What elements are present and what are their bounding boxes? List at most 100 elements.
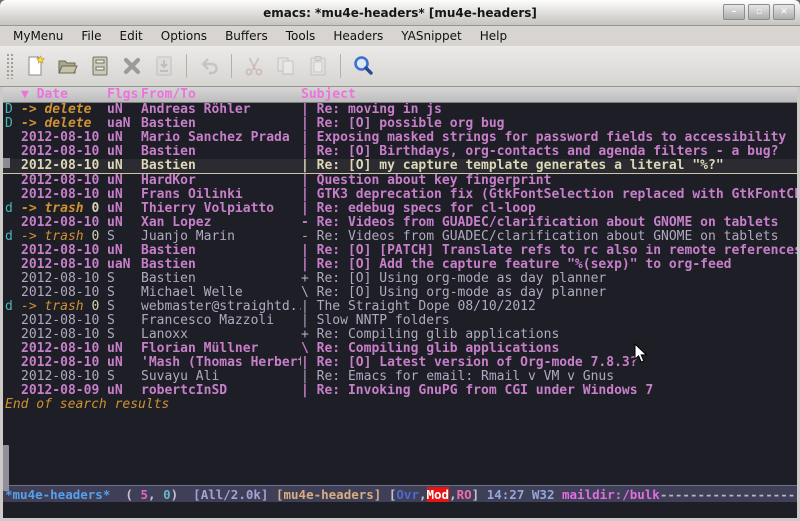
message-flags: uN — [107, 145, 141, 159]
menu-tools[interactable]: Tools — [277, 27, 325, 45]
toolbar-grip-handle[interactable] — [6, 53, 14, 79]
message-subject: | Re: [O] Birthdays, org-contacts and ag… — [301, 145, 797, 159]
column-flags: Flgs — [107, 87, 141, 102]
end-of-results: End of search results — [3, 398, 797, 412]
message-subject: \ Re: Compiling glib applications — [301, 342, 797, 356]
message-mark — [5, 356, 21, 370]
close-button[interactable]: ✕ — [773, 4, 795, 20]
message-subject: | The Straight Dope 08/10/2012 — [301, 300, 797, 314]
message-mark — [5, 216, 21, 230]
message-row[interactable]: d-> trash 0SJuanjo Marín- Re: Videos fro… — [3, 230, 797, 244]
message-row[interactable]: 2012-08-10uNBastien| Re: [O] my capture … — [3, 159, 797, 174]
close-buffer-button[interactable] — [116, 50, 148, 82]
message-mark — [5, 244, 21, 258]
message-subject: | Re: edebug specs for cl-loop — [301, 202, 797, 216]
menu-edit[interactable]: Edit — [111, 27, 152, 45]
message-subject: - Re: Videos from GUADEC/clarification a… — [301, 216, 797, 230]
message-row[interactable]: D-> deleteuNAndreas Röhler| Re: moving i… — [3, 103, 797, 117]
message-mark — [5, 174, 21, 188]
menu-mymenu[interactable]: MyMenu — [4, 27, 72, 45]
cut-button — [238, 50, 270, 82]
message-row[interactable]: 2012-08-09uNrobertcInSD| Re: Invoking Gn… — [3, 384, 797, 398]
message-subject: | Re: Emacs for email: Rmail v VM v Gnus — [301, 370, 797, 384]
save-as-button — [148, 50, 180, 82]
scrollbar-thumb[interactable] — [3, 445, 9, 491]
message-flags: uN — [107, 342, 141, 356]
message-row[interactable]: 2012-08-10SBastien+ Re: [O] Using org-mo… — [3, 272, 797, 286]
minibuffer[interactable] — [3, 502, 797, 518]
message-row[interactable]: 2012-08-10uN'Mash (Thomas Herbert)| Re: … — [3, 356, 797, 370]
message-flags: S — [107, 370, 141, 384]
menubar: MyMenuFileEditOptionsBuffersToolsHeaders… — [0, 26, 800, 46]
menu-help[interactable]: Help — [471, 27, 516, 45]
message-from: Bastien — [141, 258, 301, 272]
message-date: -> trash 0 — [21, 230, 107, 244]
message-row[interactable]: d-> trash 0Swebmaster@straightd...| The … — [3, 300, 797, 314]
message-row[interactable]: 2012-08-10SMichael Welle\ Re: [O] Using … — [3, 286, 797, 300]
message-date: 2012-08-10 — [21, 314, 107, 328]
menu-buffers[interactable]: Buffers — [216, 27, 277, 45]
menu-options[interactable]: Options — [152, 27, 216, 45]
message-row[interactable]: 2012-08-10uNBastien| Re: [O] [PATCH] Tra… — [3, 244, 797, 258]
message-row[interactable]: 2012-08-10uaNBastien| Re: [O] Add the ca… — [3, 258, 797, 272]
message-mark-action: -> trash — [21, 202, 84, 216]
menu-yasnippet[interactable]: YASnippet — [392, 27, 471, 45]
maximize-button[interactable]: ▫ — [748, 4, 770, 20]
modeline-segment: *mu4e-headers* — [5, 487, 110, 502]
open-folder-button[interactable] — [52, 50, 84, 82]
message-flags: S — [107, 314, 141, 328]
message-row[interactable]: 2012-08-10uNHardKor| Question about key … — [3, 174, 797, 188]
message-row[interactable]: 2012-08-10SLanoxx+ Re: Compiling glib ap… — [3, 328, 797, 342]
message-mark — [5, 258, 21, 272]
message-mark-action: -> trash — [21, 300, 84, 314]
message-from: webmaster@straightd... — [141, 300, 301, 314]
message-subject: | Re: Invoking GnuPG from CGI under Wind… — [301, 384, 797, 398]
message-subject: | Re: [O] Add the capture feature "%(sex… — [301, 258, 797, 272]
message-date: -> trash 0 — [21, 300, 107, 314]
message-row[interactable]: 2012-08-10uNBastien| Re: [O] Birthdays, … — [3, 145, 797, 159]
column-headers: ▼ Date Flgs From/To Subject — [3, 87, 797, 103]
message-from: Xan Lopez — [141, 216, 301, 230]
message-mark-action: -> delete — [21, 117, 91, 131]
modeline-segment: [ — [381, 487, 396, 502]
message-from: Bastien — [141, 244, 301, 258]
message-flags: uN — [107, 202, 141, 216]
paste-icon — [306, 54, 330, 78]
message-row[interactable]: 2012-08-10uNFlorian Müllner\ Re: Compili… — [3, 342, 797, 356]
message-flags: uN — [107, 216, 141, 230]
modeline-segment: ] — [472, 487, 487, 502]
modeline-segment: , — [449, 487, 457, 502]
buffer-empty-space — [3, 412, 797, 485]
message-row[interactable]: D-> deleteuaNBastien| Re: [O] possible o… — [3, 117, 797, 131]
message-mark — [5, 328, 21, 342]
message-row[interactable]: d-> trash 0uNThierry Volpiatto| Re: edeb… — [3, 202, 797, 216]
titlebar: emacs: *mu4e-headers* [mu4e-headers] –▫✕ — [0, 0, 800, 26]
message-mark: d — [5, 202, 21, 216]
message-row[interactable]: 2012-08-10uNXan Lopez- Re: Videos from G… — [3, 216, 797, 230]
current-line-fringe-marker — [3, 158, 10, 168]
message-row[interactable]: 2012-08-10uNFrans Oilinki| GTK3 deprecat… — [3, 188, 797, 202]
window-title: emacs: *mu4e-headers* [mu4e-headers] — [263, 6, 537, 20]
message-mark: d — [5, 230, 21, 244]
message-subject: | Slow NNTP folders — [301, 314, 797, 328]
search-button[interactable] — [347, 50, 379, 82]
message-date: 2012-08-10 — [21, 188, 107, 202]
new-file-button[interactable] — [20, 50, 52, 82]
message-date: 2012-08-10 — [21, 174, 107, 188]
message-from: Thierry Volpiatto — [141, 202, 301, 216]
save-as-icon — [152, 54, 176, 78]
minimize-button[interactable]: – — [723, 4, 745, 20]
message-row[interactable]: 2012-08-10SSuvayu Ali| Re: Emacs for ema… — [3, 370, 797, 384]
message-list: D-> deleteuNAndreas Röhler| Re: moving i… — [3, 103, 797, 398]
message-row[interactable]: 2012-08-10uNMario Sanchez Prada| Exposin… — [3, 131, 797, 145]
message-date: 2012-08-09 — [21, 384, 107, 398]
menu-file[interactable]: File — [72, 27, 110, 45]
message-subject: | Re: [O] my capture template generates … — [301, 159, 797, 173]
toolbar-separator — [186, 54, 187, 78]
menu-headers[interactable]: Headers — [324, 27, 392, 45]
message-flags: S — [107, 272, 141, 286]
message-mark — [5, 272, 21, 286]
save-button[interactable] — [84, 50, 116, 82]
message-row[interactable]: 2012-08-10SFrancesco Mazzoli| Slow NNTP … — [3, 314, 797, 328]
message-from: Frans Oilinki — [141, 188, 301, 202]
